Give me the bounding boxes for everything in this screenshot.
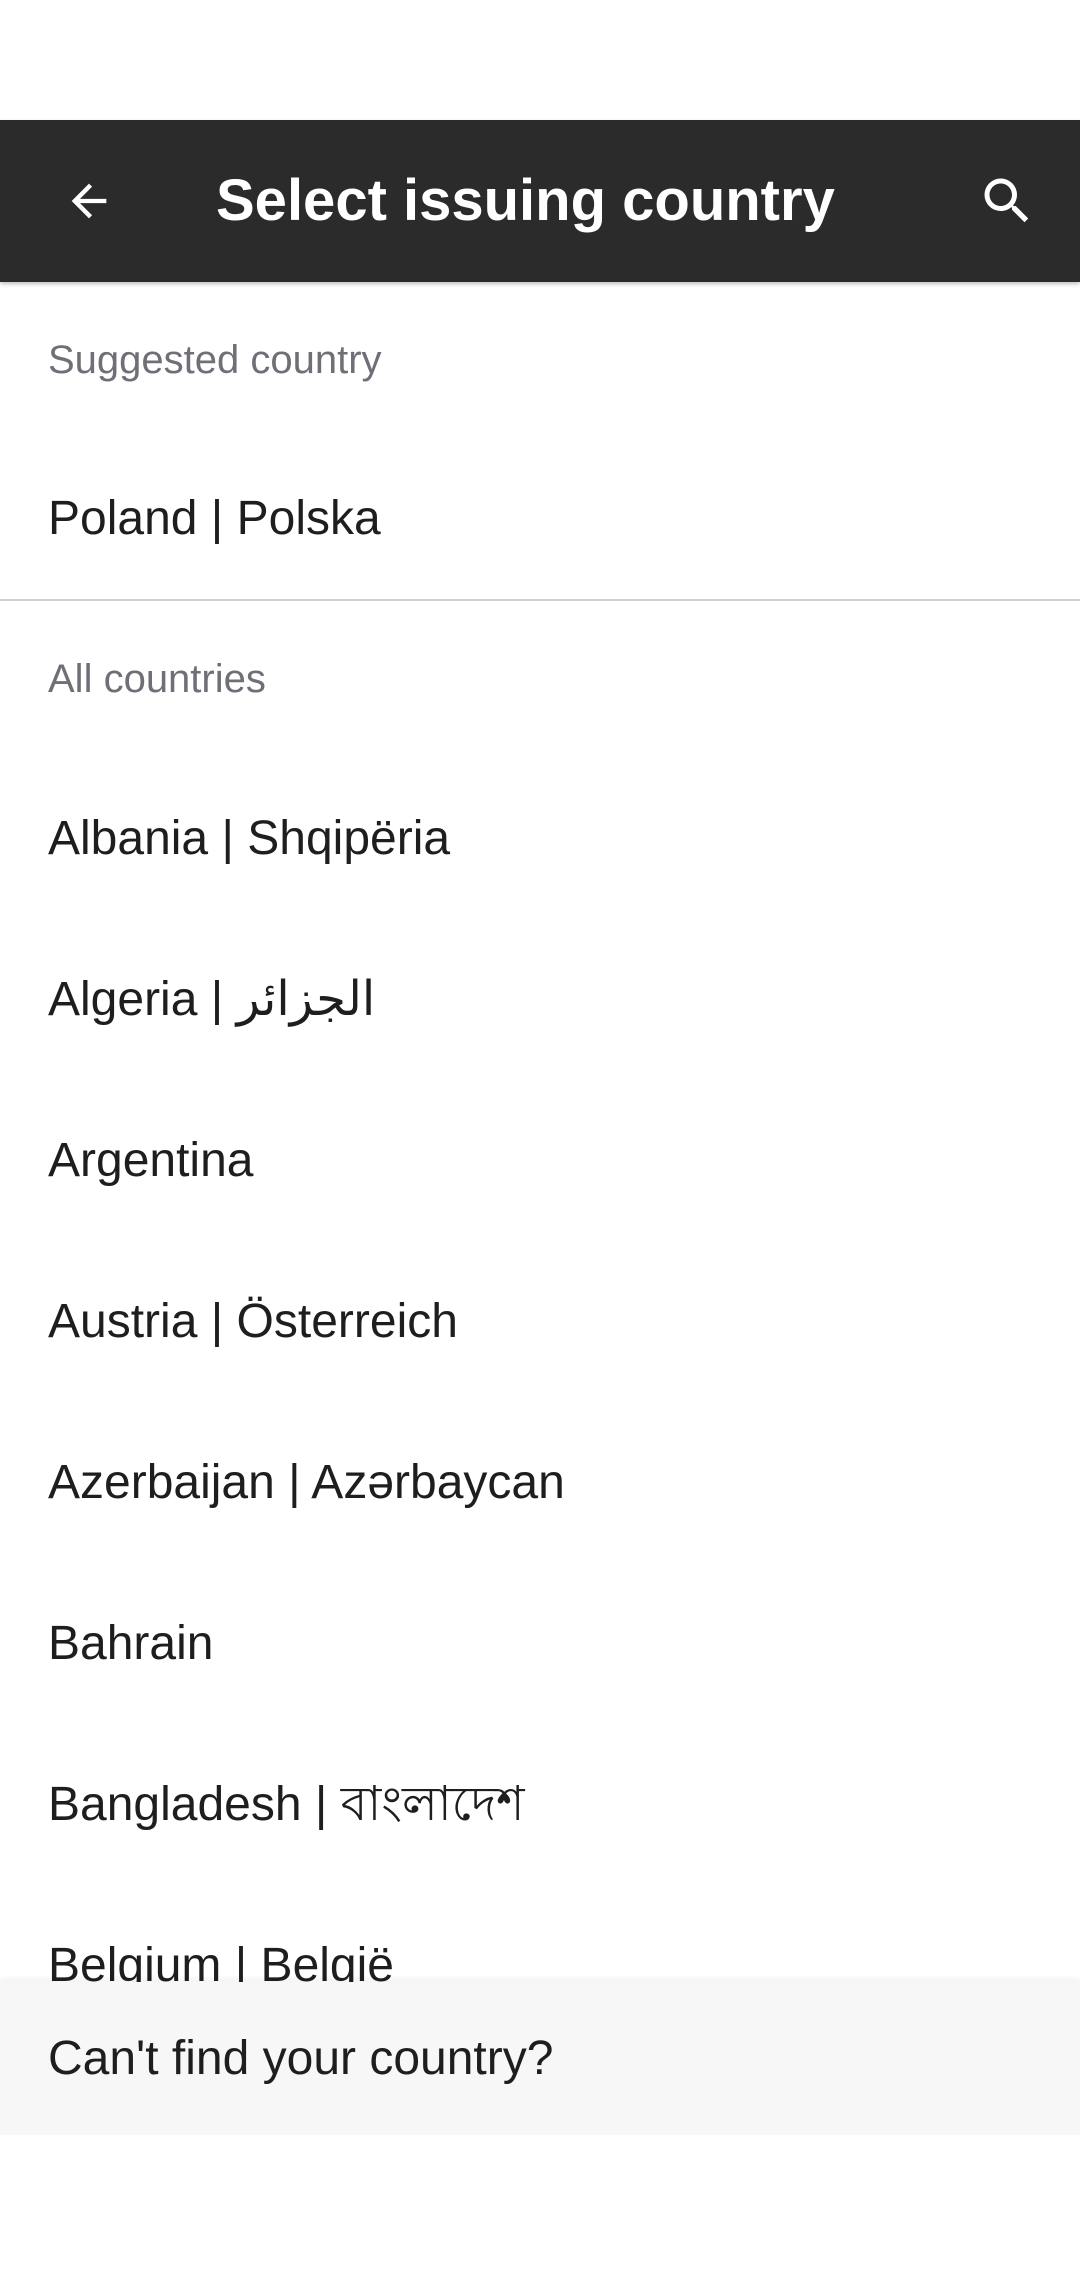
country-item-azerbaijan[interactable]: Azerbaijan | Azərbaycan [0,1402,1080,1563]
country-item-belgium[interactable]: Belgium | België [0,1885,1080,1982]
country-item-albania[interactable]: Albania | Shqipëria [0,758,1080,919]
app-bar: Select issuing country [0,120,1080,282]
search-icon [984,178,1029,223]
country-item-argentina[interactable]: Argentina [0,1080,1080,1241]
country-item-algeria[interactable]: Algeria | الجزائر [0,919,1080,1080]
all-countries-section-header: All countries [48,657,266,701]
footer-bar: Can't find your country? [0,1982,1080,2135]
bottom-spacer [0,2135,1080,2280]
country-item-bahrain[interactable]: Bahrain [0,1563,1080,1724]
search-button[interactable] [962,156,1052,246]
arrow-back-icon [71,183,107,219]
page-title: Select issuing country [216,168,835,233]
country-item-bangladesh[interactable]: Bangladesh | বাংলাদেশ [0,1724,1080,1885]
suggested-section-header: Suggested country [48,338,382,382]
cant-find-country-link[interactable]: Can't find your country? [48,1982,553,2135]
country-item-austria[interactable]: Austria | Österreich [0,1241,1080,1402]
suggested-country-item[interactable]: Poland | Polska [0,439,1080,599]
country-list[interactable]: Suggested country Poland | Polska All co… [0,282,1080,1982]
back-button[interactable] [44,156,134,246]
status-bar [0,0,1080,120]
